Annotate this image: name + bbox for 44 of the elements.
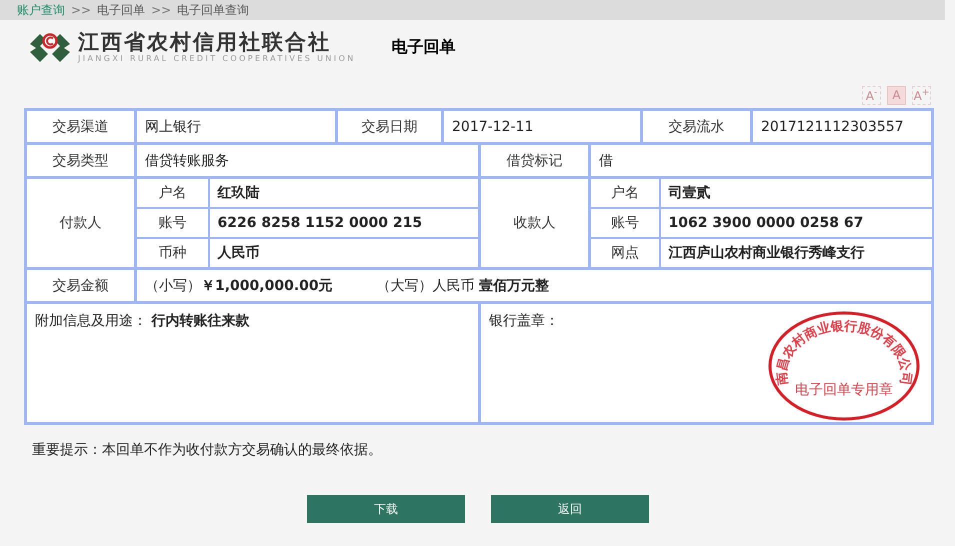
font-size-button[interactable]: A$^{-}$: [862, 86, 881, 104]
field-label: 收款人: [514, 215, 556, 231]
field-value: 司壹贰: [668, 185, 711, 201]
field-value: 2017121112303557: [761, 118, 904, 134]
field-value: 网上银行: [145, 118, 201, 134]
breadcrumb-separator: >>: [71, 3, 92, 17]
seal-stamp: 南昌农村商业银行股份有限公司 电子回单专用章: [767, 310, 922, 422]
breadcrumb-item: 电子回单查询: [177, 2, 250, 18]
amount-in-words: （大写）人民币 壹佰万元整: [376, 276, 550, 294]
field-label: 币种: [158, 245, 186, 261]
field-value: 借: [599, 152, 613, 168]
field-value: 6226 8258 1152 0000 215: [218, 215, 422, 231]
breadcrumb-item: 电子回单: [97, 2, 146, 18]
field-value: 红玖陆: [218, 185, 260, 201]
amount-figures: （小写）￥1,000,000.00元: [145, 276, 333, 294]
field-label: 账号: [610, 215, 639, 231]
field-label: 户名: [610, 185, 639, 201]
field-label: 交易流水: [668, 118, 725, 134]
breadcrumb-link[interactable]: 账户查询: [17, 2, 65, 18]
organization-name: 江西省农村信用社联合社: [78, 30, 332, 54]
font-size-button[interactable]: A: [887, 86, 906, 104]
field-label: 交易类型: [52, 152, 108, 168]
notice-text: 重要提示：本回单不作为收付款方交易确认的最终依据。: [32, 442, 382, 458]
field-value: 人民币: [218, 245, 260, 261]
page-title: 电子回单: [392, 36, 456, 58]
field-label: 交易日期: [362, 118, 418, 134]
field-label: 付款人: [60, 215, 102, 231]
font-size-button[interactable]: A$^{+}$: [912, 86, 931, 104]
field-label: 交易金额: [52, 278, 108, 294]
memo-text: 附加信息及用途： 行内转账往来款: [35, 313, 250, 329]
organization-name-english: JIANGXI RURAL CREDIT COOPERATIVES UNION: [78, 54, 356, 64]
field-value: 借贷转账服务: [145, 152, 229, 168]
field-value: 2017-12-11: [452, 118, 534, 134]
action-button[interactable]: 返回: [491, 495, 649, 523]
field-label: 户名: [158, 185, 186, 201]
field-label: 交易渠道: [52, 118, 108, 134]
action-button[interactable]: 下载: [307, 495, 465, 523]
field-value: 1062 3900 0000 0258 67: [668, 215, 864, 231]
breadcrumb-separator: >>: [151, 3, 172, 17]
field-label: 借贷标记: [506, 152, 562, 168]
field-label: 网点: [610, 245, 639, 261]
stamp-label: 银行盖章：: [489, 313, 559, 329]
field-value: 江西庐山农村商业银行秀峰支行: [668, 245, 865, 261]
field-label: 账号: [158, 215, 186, 231]
